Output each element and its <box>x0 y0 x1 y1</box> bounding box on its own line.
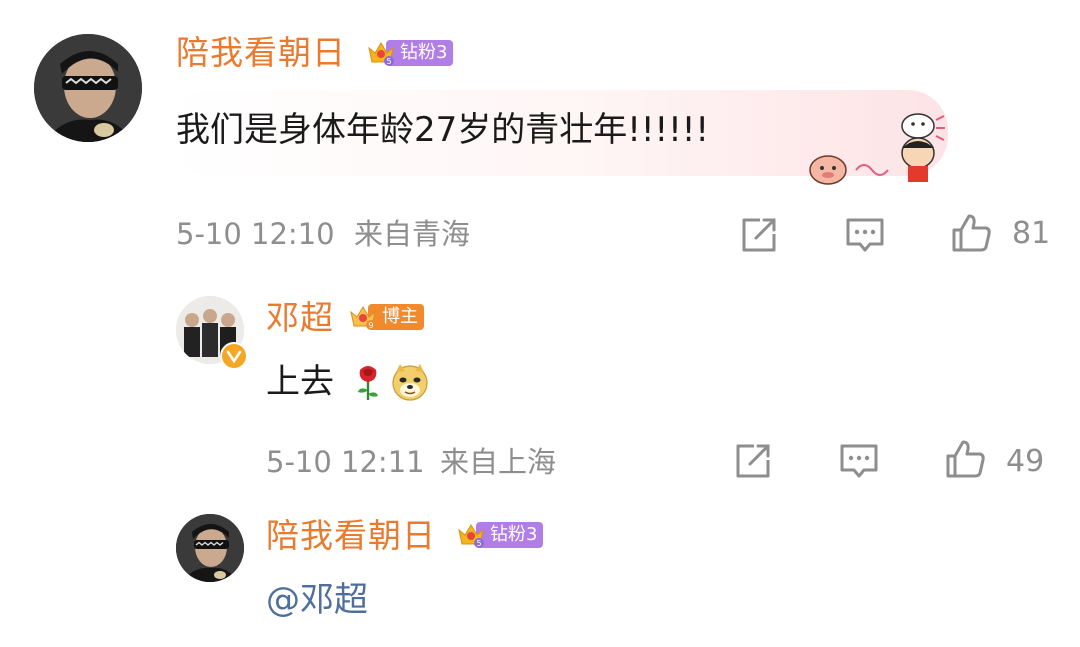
share-icon[interactable] <box>736 212 782 258</box>
crown-icon: 5 <box>366 38 396 68</box>
crown-icon: 5 <box>456 520 486 550</box>
cartoon-sticker <box>806 108 956 188</box>
crown-icon: 9 <box>348 302 378 332</box>
doge-emoji <box>390 362 430 402</box>
fan-level-badge: 5 钻粉3 <box>456 520 544 550</box>
svg-text:9: 9 <box>368 321 373 330</box>
comment-date: 5-10 12:10 <box>176 217 335 251</box>
reply-text: 上去 <box>266 362 334 402</box>
comment-icon[interactable] <box>836 438 882 484</box>
comment-icon[interactable] <box>842 212 888 258</box>
like-count: 81 <box>1012 216 1051 251</box>
verified-badge-icon <box>220 342 248 370</box>
commenter-avatar[interactable] <box>34 34 142 142</box>
reply-date: 5-10 12:11 <box>266 445 425 479</box>
rose-emoji <box>352 362 384 402</box>
fan-level-badge: 5 钻粉3 <box>366 38 454 68</box>
commenter-username[interactable]: 陪我看朝日 <box>266 516 436 556</box>
share-icon[interactable] <box>730 438 776 484</box>
svg-text:5: 5 <box>386 57 391 66</box>
svg-text:5: 5 <box>476 539 481 548</box>
commenter-avatar[interactable] <box>176 514 244 582</box>
like-icon[interactable] <box>948 210 994 256</box>
fan-badge-label: 钻粉3 <box>476 522 544 548</box>
reply-location: 来自上海 <box>440 445 557 479</box>
blogger-badge: 9 博主 <box>348 302 424 332</box>
blogger-username[interactable]: 邓超 <box>266 298 334 338</box>
fan-badge-label: 钻粉3 <box>386 40 454 66</box>
like-icon[interactable] <box>942 436 988 482</box>
comment-text: 我们是身体年龄27岁的青壮年!!!!!! <box>176 110 710 150</box>
like-count: 49 <box>1006 444 1045 479</box>
commenter-username[interactable]: 陪我看朝日 <box>176 33 346 73</box>
comment-location: 来自青海 <box>354 217 471 251</box>
mention-link[interactable]: @邓超 <box>266 578 368 622</box>
